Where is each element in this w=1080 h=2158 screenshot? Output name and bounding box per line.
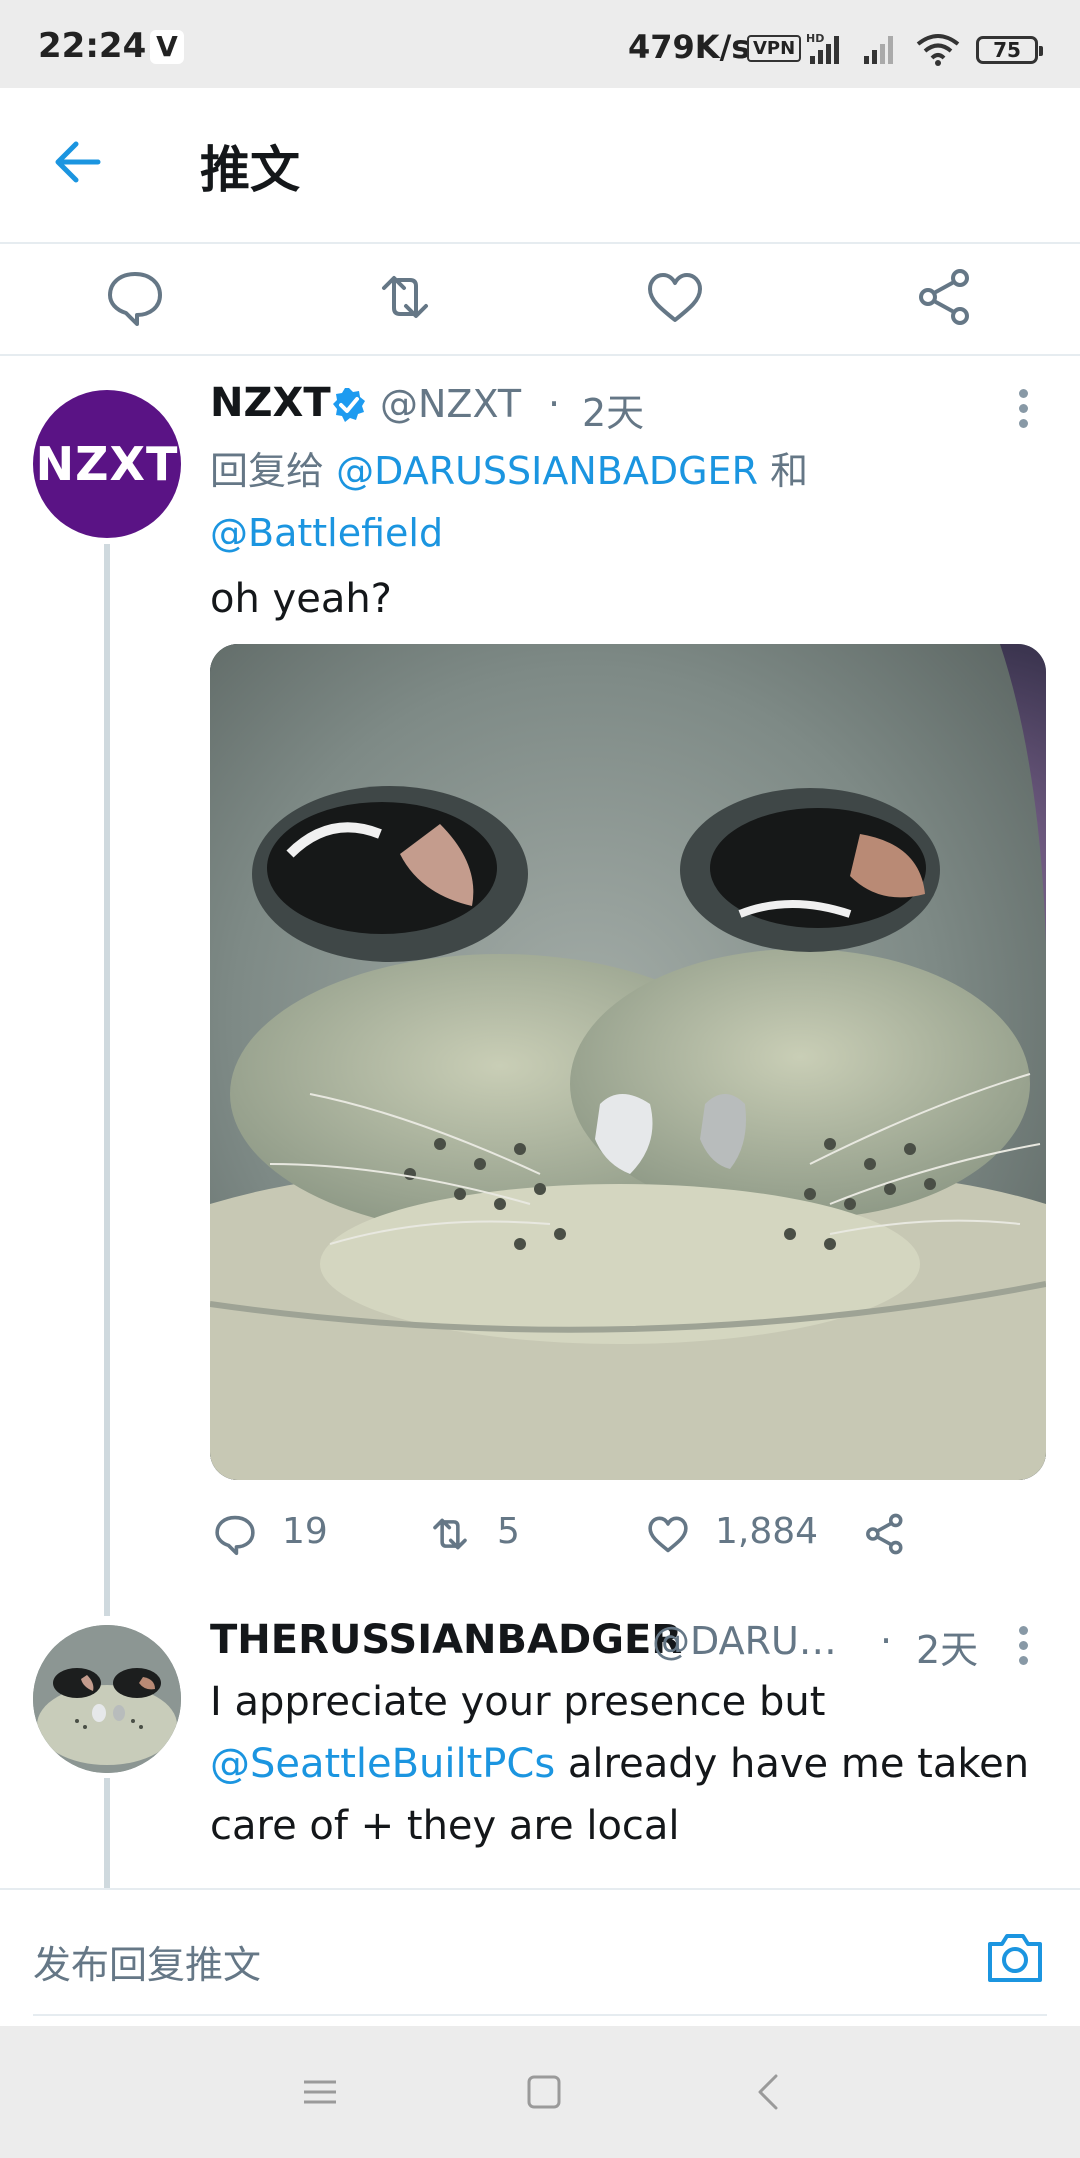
tweet-text-line: care of + they are local (210, 1803, 680, 1849)
tweet-text-line: I appreciate your presence but (210, 1679, 826, 1725)
reply-prefix: 回复给 (210, 449, 325, 493)
tweet-text-line: already have me taken (555, 1741, 1030, 1787)
separator: · (548, 382, 561, 426)
compose-reply-input[interactable]: 发布回复推文 (33, 1934, 261, 1989)
reply-count-value: 19 (282, 1511, 328, 1552)
like-count[interactable]: 1,884 (643, 1505, 843, 1565)
tweet-action-row (0, 244, 1080, 356)
retweet-count[interactable]: 5 (425, 1505, 575, 1565)
system-nav-bar (0, 2026, 1080, 2158)
home-icon[interactable] (522, 2070, 566, 2114)
mention-link[interactable]: @DARUSSIANBADGER (336, 449, 758, 493)
tweet-author[interactable]: NZXT (210, 380, 331, 426)
page-title: 推文 (200, 141, 300, 199)
share-button[interactable] (860, 1505, 920, 1565)
thread-line (104, 1778, 110, 1888)
reply-conjunction: 和 (770, 449, 809, 493)
reply-icon (215, 1515, 255, 1556)
signal-icon (864, 36, 893, 64)
arrow-left-icon[interactable] (48, 132, 108, 192)
seal-face-image (210, 644, 1046, 1480)
tweet-stats-row: 19 5 1,884 (210, 1505, 1046, 1565)
tweet-author[interactable]: THERUSSIANBADGER (210, 1617, 682, 1663)
status-bar: 22:24 V 479K/s VPN HD 75 (0, 0, 1080, 88)
more-options-icon[interactable] (1019, 1626, 1033, 1671)
mention-link[interactable]: @Battlefield (210, 511, 443, 555)
reply-count[interactable]: 19 (210, 1505, 360, 1565)
camera-icon[interactable] (982, 1924, 1048, 1990)
tweet-time: 2天 (582, 391, 645, 435)
share-icon (866, 1513, 903, 1555)
separator: · (880, 1619, 893, 1663)
thread-line (104, 544, 110, 1616)
retweet-icon (433, 1518, 467, 1550)
retweet-icon[interactable] (370, 262, 440, 332)
status-time: 22:24 (38, 26, 147, 66)
tweet-media-image[interactable] (210, 644, 1046, 1480)
tweet-text: I appreciate your presence but @SeattleB… (210, 1671, 1040, 1857)
app-badge-icon: V (150, 30, 184, 64)
compose-underline (33, 2014, 1047, 2016)
tweet-text: oh yeah? (210, 576, 392, 622)
network-speed: 479K/s (628, 28, 751, 66)
like-count-value: 1,884 (715, 1511, 819, 1552)
more-options-icon[interactable] (1019, 389, 1033, 434)
menu-icon[interactable] (298, 2070, 342, 2114)
reply-context: 回复给 @DARUSSIANBADGER 和 @Battlefield (210, 440, 1040, 564)
vpn-badge: VPN (747, 35, 802, 62)
mention-link[interactable]: @SeattleBuiltPCs (210, 1741, 555, 1787)
top-app-bar: 推文 (0, 88, 1080, 244)
avatar[interactable]: NZXT (33, 390, 181, 538)
battery-indicator: 75 (976, 36, 1043, 64)
tweet-handle[interactable]: @NZXT (380, 382, 521, 426)
signal-hd-icon: HD (806, 32, 839, 64)
retweet-count-value: 5 (497, 1511, 520, 1552)
wifi-icon (916, 34, 960, 66)
like-icon (648, 1516, 688, 1553)
tweet-handle[interactable]: @DARU… (652, 1619, 837, 1663)
like-icon[interactable] (640, 262, 710, 332)
compose-reply-bar: 发布回复推文 (0, 1888, 1080, 2026)
share-icon[interactable] (910, 262, 980, 332)
seal-avatar-image (33, 1625, 181, 1773)
back-nav-icon[interactable] (748, 2070, 792, 2114)
tweet-time: 2天 (916, 1628, 979, 1672)
verified-badge-icon (333, 388, 365, 422)
avatar[interactable] (33, 1625, 181, 1773)
reply-icon[interactable] (100, 262, 170, 332)
svg-text:HD: HD (806, 32, 824, 45)
